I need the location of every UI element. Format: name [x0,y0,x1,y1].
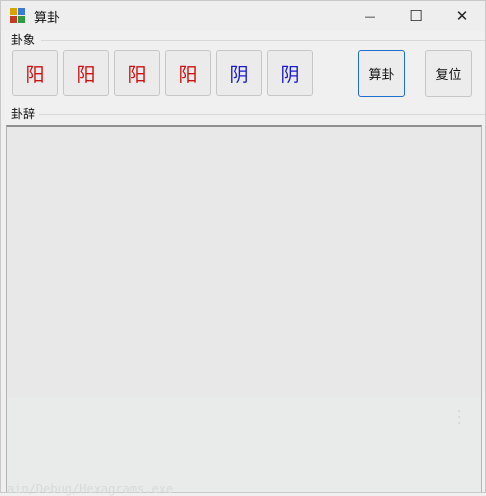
maximize-icon: ☐ [409,7,423,25]
reset-button[interactable]: 复位 [425,50,472,97]
minimize-icon: — [364,9,376,23]
title-bar: 算卦 — ☐ ✕ [1,1,485,31]
yao-button-3[interactable]: 阳 [114,50,160,96]
yao-label: 阳 [25,63,45,86]
yao-button-2[interactable]: 阳 [63,50,109,96]
close-icon: ✕ [455,7,469,25]
yao-label: 阳 [127,63,147,86]
result-divider [39,114,485,115]
hexagram-group-label: 卦象 [11,33,38,47]
result-group-label: 卦辞 [11,107,38,121]
close-button[interactable]: ✕ [439,1,485,31]
yao-label: 阳 [76,63,96,86]
app-icon [10,8,26,24]
ghost-path-text: ain/Debug/Hexagrams.exe [7,482,174,496]
yao-label: 阳 [178,63,198,86]
result-text [7,127,481,135]
result-textbox[interactable]: · · · ain/Debug/Hexagrams.exe [6,125,482,496]
group-divider [41,40,485,41]
minimize-button[interactable]: — [347,1,393,31]
yao-button-6[interactable]: 阴 [267,50,313,96]
yao-button-4[interactable]: 阳 [165,50,211,96]
yao-label: 阴 [280,63,300,86]
yao-button-1[interactable]: 阳 [12,50,58,96]
app-window: 算卦 — ☐ ✕ 卦象 阳 阳 阳 阳 阴 阴 算卦 复位 卦辞 · · · a… [0,0,486,496]
maximize-button[interactable]: ☐ [393,1,439,31]
background-ghost-panel: · · · ain/Debug/Hexagrams.exe [7,397,481,496]
ghost-more-icon: · · · [457,404,462,432]
window-title: 算卦 [34,10,61,26]
divine-button[interactable]: 算卦 [358,50,405,97]
yao-label: 阴 [229,63,249,86]
yao-button-5[interactable]: 阴 [216,50,262,96]
